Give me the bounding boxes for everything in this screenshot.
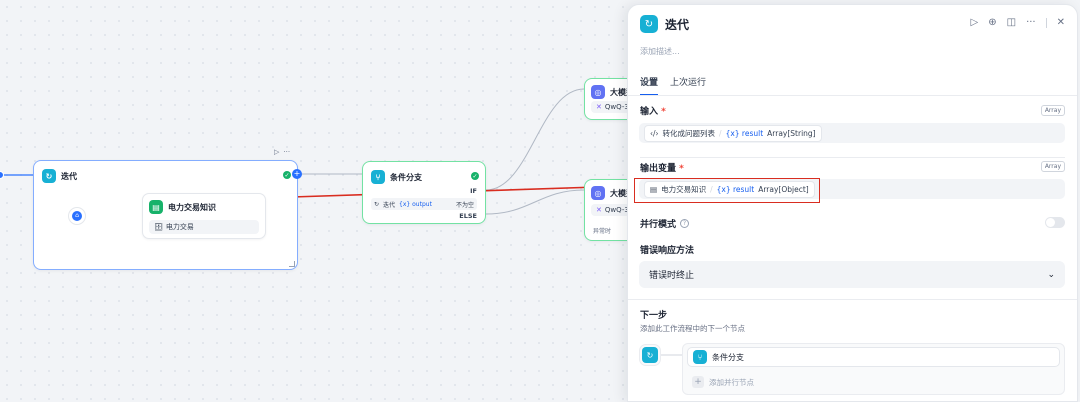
model-icon: ◎ (591, 85, 605, 99)
knowledge-node[interactable]: ▤ 电力交易知识 🗄 电力交易 (142, 193, 266, 239)
divider (640, 157, 1065, 158)
resize-handle[interactable] (289, 261, 295, 267)
help-icon[interactable]: ⊕ (988, 17, 996, 28)
else-label: ELSE (459, 212, 477, 220)
if-label: IF (470, 187, 477, 195)
output-label: 输出变量 (640, 164, 677, 174)
condition-row: ↻ 迭代 {x} output 不为空 (371, 198, 477, 210)
input-variable-field[interactable]: ‹/› 转化成问题列表 / {x} result Array[String] (639, 123, 1065, 143)
run-icon[interactable]: ▷ (971, 17, 979, 28)
qwen-icon: ✕ (596, 103, 602, 111)
plus-icon: + (692, 376, 704, 388)
info-icon[interactable]: ? (680, 219, 690, 228)
iteration-start-icon: ⌂ (68, 207, 86, 225)
divider (1045, 17, 1047, 28)
dataset-tag: 🗄 电力交易 (149, 220, 259, 234)
branch-icon: ⑂ (371, 170, 385, 184)
chevron-down-icon: ⌄ (1047, 269, 1055, 280)
qwen-icon: ✕ (596, 206, 602, 214)
output-type-badge: Array (1040, 161, 1065, 172)
error-handling-label: 错误响应方法 (640, 246, 695, 256)
divider (628, 95, 1077, 96)
iteration-node[interactable]: ↻ 迭代 ✓ ▤ 电力交易知识 🗄 电力交易 ⌂ (33, 160, 298, 270)
model-icon: ◎ (591, 186, 605, 200)
parallel-toggle[interactable] (1045, 217, 1065, 228)
next-connector (661, 354, 682, 356)
next-step-description: 添加此工作流程中的下一个节点 (640, 324, 745, 333)
parallel-label: 并行模式 (640, 220, 677, 230)
iteration-settings-panel: ↻ 迭代 ▷ ⊕ ◫ ··· ✕ 添加描述... 设置 上次运行 输入 * Ar… (627, 4, 1078, 402)
next-node-list: ⑂ 条件分支 + 添加并行节点 (682, 343, 1065, 395)
input-label: 输入 (640, 107, 659, 117)
loop-icon: ↻ (42, 169, 56, 183)
code-icon: ‹/› (650, 128, 659, 138)
input-type-badge: Array (1040, 105, 1065, 116)
tab-last-run[interactable]: 上次运行 (670, 75, 706, 96)
next-node-item[interactable]: ⑂ 条件分支 (687, 347, 1060, 367)
current-node-icon: ↻ (639, 344, 661, 366)
success-check-icon: ✓ (471, 172, 479, 180)
condition-node[interactable]: ⑂ 条件分支 ✓ IF ↻ 迭代 {x} output 不为空 ELSE (362, 161, 486, 224)
loop-icon: ↻ (374, 200, 380, 208)
exception-label: 异常时 (593, 228, 612, 235)
panel-title[interactable]: 迭代 (665, 16, 689, 33)
knowledge-node-title: 电力交易知识 (168, 202, 216, 212)
book-icon[interactable]: ◫ (1007, 17, 1016, 28)
branch-icon: ⑂ (693, 350, 707, 364)
play-icon[interactable]: ▷ (274, 148, 279, 156)
loop-icon: ↻ (640, 15, 658, 33)
more-icon[interactable]: ··· (1026, 17, 1036, 28)
tab-settings[interactable]: 设置 (640, 75, 659, 96)
add-next-port[interactable]: + (292, 169, 302, 179)
dataset-icon: 🗄 (154, 223, 163, 231)
success-check-icon: ✓ (283, 171, 291, 179)
description-input[interactable]: 添加描述... (640, 46, 680, 57)
error-handling-select[interactable]: 错误时终止 ⌄ (639, 261, 1065, 288)
knowledge-icon: ▤ (149, 200, 163, 214)
next-step-title: 下一步 (640, 311, 668, 321)
add-parallel-node-button[interactable]: + 添加并行节点 (687, 372, 1060, 392)
more-icon[interactable]: ··· (283, 148, 290, 156)
loop-icon: ↻ (642, 347, 658, 363)
divider (628, 299, 1077, 300)
input-variable-pill[interactable]: ‹/› 转化成问题列表 / {x} result Array[String] (644, 124, 822, 142)
close-icon[interactable]: ✕ (1057, 17, 1065, 28)
condition-node-title: 条件分支 (390, 172, 422, 182)
iteration-toolbar: ▷ ··· (274, 148, 290, 156)
highlight-box (634, 178, 820, 203)
iteration-node-title: 迭代 (61, 171, 77, 181)
